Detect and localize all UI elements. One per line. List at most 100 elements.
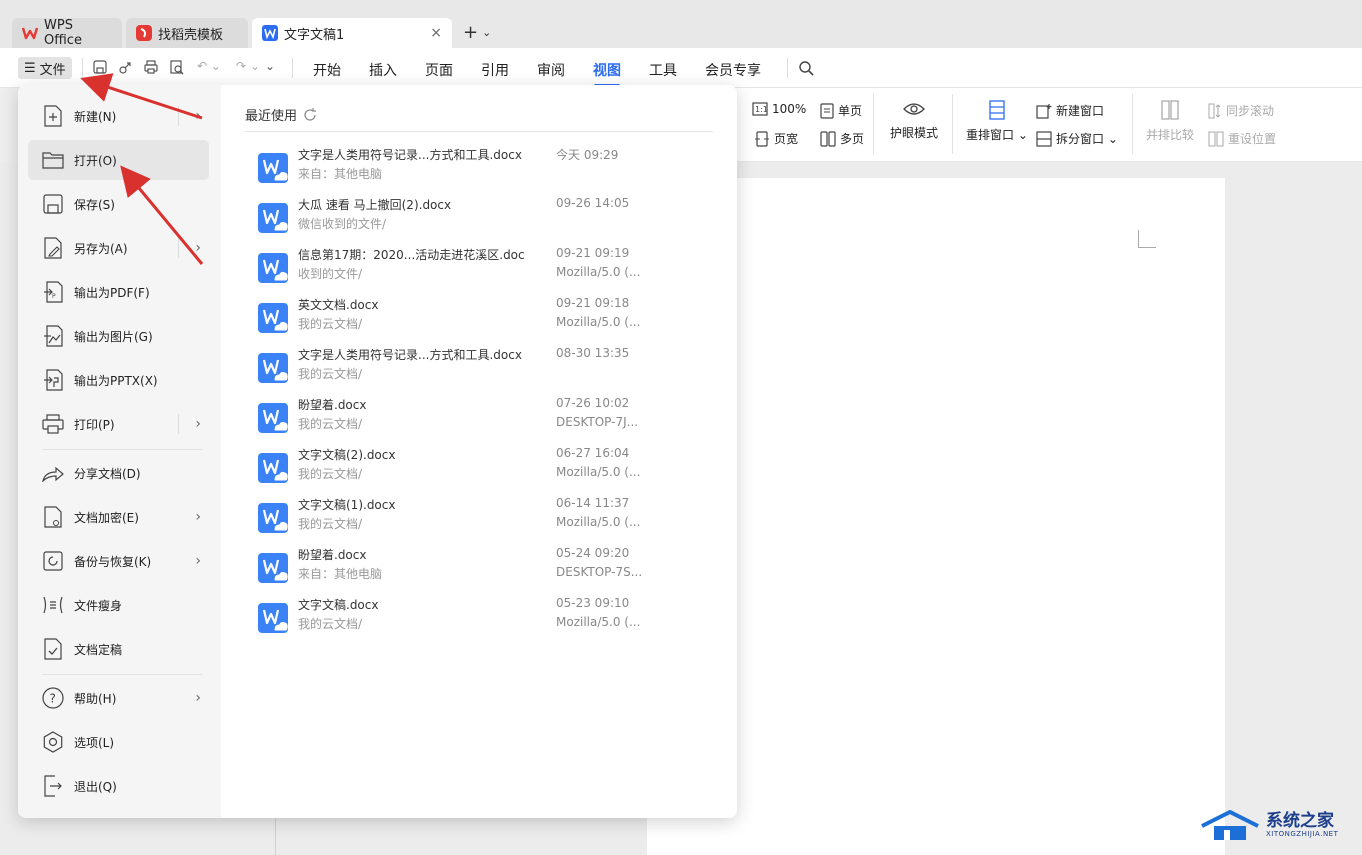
menu-open[interactable]: 打开(O) xyxy=(28,140,209,180)
split-window-label: 拆分窗口 ⌄ xyxy=(1056,132,1118,146)
recent-file-source: 微信收到的文件/ xyxy=(298,217,387,231)
recent-file-time: 09-21 09:18 xyxy=(556,296,630,310)
menu-encrypt[interactable]: 文档加密(E) › xyxy=(28,497,209,537)
recent-file-row[interactable]: 文字文稿.docx 我的云文档/05-23 09:10 Mozilla/5.0 (.… xyxy=(258,595,698,641)
recent-file-row[interactable]: 文字文稿(1).docx 我的云文档/06-14 11:37 Mozilla/5.0… xyxy=(258,495,698,541)
recent-file-source: 来自：其他电脑 xyxy=(298,167,383,181)
recent-file-row[interactable]: 英文文档.docx 我的云文档/09-21 09:18 Mozilla/5.0 (.… xyxy=(258,295,698,341)
chevron-right-icon[interactable]: › xyxy=(195,690,201,706)
menu-print-label: 打印(P) xyxy=(74,417,115,432)
recent-file-row[interactable]: 文字文稿(2).docx 我的云文档/06-27 16:04 Mozilla/5.0… xyxy=(258,445,698,491)
chevron-right-icon[interactable]: › xyxy=(195,553,201,569)
menu-tools[interactable]: 工具 xyxy=(649,60,677,80)
menu-export-image[interactable]: 输出为图片(G) xyxy=(28,316,209,356)
menu-backup-label: 备份与恢复(K) xyxy=(74,554,152,569)
new-tab-button[interactable]: + ⌄ xyxy=(463,22,491,43)
side-by-side-button[interactable]: 并排比较 xyxy=(1146,100,1194,143)
redo-icon[interactable]: ↷ ⌄ xyxy=(236,59,260,73)
divider xyxy=(42,674,202,675)
recent-file-name: 信息第17期：2020...活动走进花溪区.doc xyxy=(298,248,525,262)
margin-corner-mark xyxy=(1138,230,1156,248)
menu-exit[interactable]: 退出(Q) xyxy=(28,766,209,806)
more-chevron-icon[interactable]: ⌄ xyxy=(265,59,275,73)
divider xyxy=(1132,94,1133,154)
menu-page[interactable]: 页面 xyxy=(425,60,453,80)
menu-help-label: 帮助(H) xyxy=(74,691,117,706)
split-window-button[interactable]: 拆分窗口 ⌄ xyxy=(1036,130,1118,147)
sync-scroll-button[interactable]: 同步滚动 xyxy=(1208,102,1274,119)
recent-file-source: 我的云文档/ xyxy=(298,617,363,631)
save-quick-icon[interactable] xyxy=(92,59,108,75)
menu-options[interactable]: 选项(L) xyxy=(28,722,209,762)
export-pdf-icon: P xyxy=(42,281,64,303)
close-tab-icon[interactable]: × xyxy=(430,25,442,41)
recent-file-time: 06-14 11:37 xyxy=(556,496,630,510)
menu-new[interactable]: 新建(N) › xyxy=(28,96,209,136)
word-cloud-doc-icon xyxy=(258,403,288,433)
undo-icon[interactable]: ↶ ⌄ xyxy=(197,59,221,73)
menu-print[interactable]: 打印(P) › xyxy=(28,404,209,444)
recent-file-name: 文字是人类用符号记录...方式和工具.docx xyxy=(298,348,522,362)
multi-page-button[interactable]: 多页 xyxy=(820,130,864,147)
watermark-title: 系统之家 xyxy=(1266,811,1334,831)
recent-file-time: 09-26 14:05 xyxy=(556,196,630,210)
single-page-button[interactable]: 单页 xyxy=(820,102,862,119)
menu-finalize[interactable]: 文档定稿 xyxy=(28,629,209,669)
recent-file-source: 我的云文档/ xyxy=(298,517,363,531)
menu-insert[interactable]: 插入 xyxy=(369,60,397,80)
file-menu-label: 文件 xyxy=(39,62,66,78)
search-icon[interactable] xyxy=(798,60,814,76)
menu-review[interactable]: 审阅 xyxy=(537,60,565,80)
reset-position-button[interactable]: 重设位置 xyxy=(1208,130,1276,147)
recent-file-row[interactable]: 大瓜 速看 马上撤回(2).docx 微信收到的文件/09-26 14:05 xyxy=(258,195,698,241)
recent-file-row[interactable]: 文字是人类用符号记录...方式和工具.docx 来自：其他电脑 今天 09:29 xyxy=(258,145,698,191)
menu-share[interactable]: 分享文档(D) xyxy=(28,453,209,493)
menu-save[interactable]: 保存(S) xyxy=(28,184,209,224)
recent-file-time: 06-27 16:04 xyxy=(556,446,630,460)
print-quick-icon[interactable] xyxy=(143,59,159,75)
page-width-button-2[interactable]: 页宽 xyxy=(754,130,798,147)
menu-export-pdf[interactable]: P 输出为PDF(F) xyxy=(28,272,209,312)
site-watermark: 系统之家 XITONGZHIJIA.NET xyxy=(1198,800,1358,848)
menu-references[interactable]: 引用 xyxy=(481,60,509,80)
recent-file-name: 大瓜 速看 马上撤回(2).docx xyxy=(298,198,452,212)
save-as-icon xyxy=(42,237,64,259)
recent-file-row[interactable]: 盼望着.docx 来自：其他电脑 05-24 09:20 DESKTOP-7S... xyxy=(258,545,698,591)
zoom-100-button[interactable]: 1:1 100% xyxy=(752,102,806,116)
menu-backup[interactable]: 备份与恢复(K) › xyxy=(28,541,209,581)
menu-view[interactable]: 视图 xyxy=(593,60,621,80)
chevron-right-icon[interactable]: › xyxy=(195,416,201,432)
recent-file-source: 我的云文档/ xyxy=(298,367,363,381)
recent-file-time: 09-21 09:19 xyxy=(556,246,630,260)
share-icon xyxy=(42,462,64,484)
recent-file-row[interactable]: 文字是人类用符号记录...方式和工具.docx 我的云文档/08-30 13:35 xyxy=(258,345,698,391)
chevron-right-icon[interactable]: › xyxy=(195,108,201,124)
recent-file-source: 我的云文档/ xyxy=(298,417,363,431)
file-menu-button[interactable]: ☰ 文件 xyxy=(18,57,72,79)
new-window-button[interactable]: 新建窗口 xyxy=(1036,102,1104,119)
new-window-icon xyxy=(1036,103,1052,119)
menu-help[interactable]: ? 帮助(H) › xyxy=(28,678,209,718)
menu-home[interactable]: 开始 xyxy=(313,60,341,80)
share-quick-icon[interactable] xyxy=(118,59,134,75)
refresh-icon[interactable] xyxy=(303,107,317,122)
recent-file-name: 文字文稿.docx xyxy=(298,598,379,612)
rearrange-window-button[interactable]: 重排窗口 ⌄ xyxy=(966,100,1028,143)
encrypt-icon xyxy=(42,506,64,528)
tab-wps-office[interactable]: WPS Office xyxy=(12,18,122,48)
menu-export-pptx[interactable]: 输出为PPTX(X) xyxy=(28,360,209,400)
chevron-right-icon[interactable]: › xyxy=(195,509,201,525)
menu-slim[interactable]: 文件瘦身 xyxy=(28,585,209,625)
menu-member[interactable]: 会员专享 xyxy=(705,60,761,80)
tab-document[interactable]: 文字文稿1 × xyxy=(252,18,452,48)
print-preview-icon[interactable] xyxy=(169,59,185,75)
recent-file-row[interactable]: 信息第17期：2020...活动走进花溪区.doc 收到的文件/09-21 09:… xyxy=(258,245,698,291)
tab-template[interactable]: 找稻壳模板 xyxy=(126,18,248,48)
chevron-right-icon[interactable]: › xyxy=(195,240,201,256)
word-cloud-doc-icon xyxy=(258,453,288,483)
file-menu-panel: 新建(N) › 打开(O) 保存(S) 另存为(A) › P 输出为PDF(F)… xyxy=(18,85,737,818)
menu-save-as[interactable]: 另存为(A) › xyxy=(28,228,209,268)
recent-file-row[interactable]: 盼望着.docx 我的云文档/07-26 10:02 DESKTOP-7J... xyxy=(258,395,698,441)
eye-mode-button[interactable]: 护眼模式 xyxy=(890,100,938,141)
side-by-side-label: 并排比较 xyxy=(1146,128,1195,142)
